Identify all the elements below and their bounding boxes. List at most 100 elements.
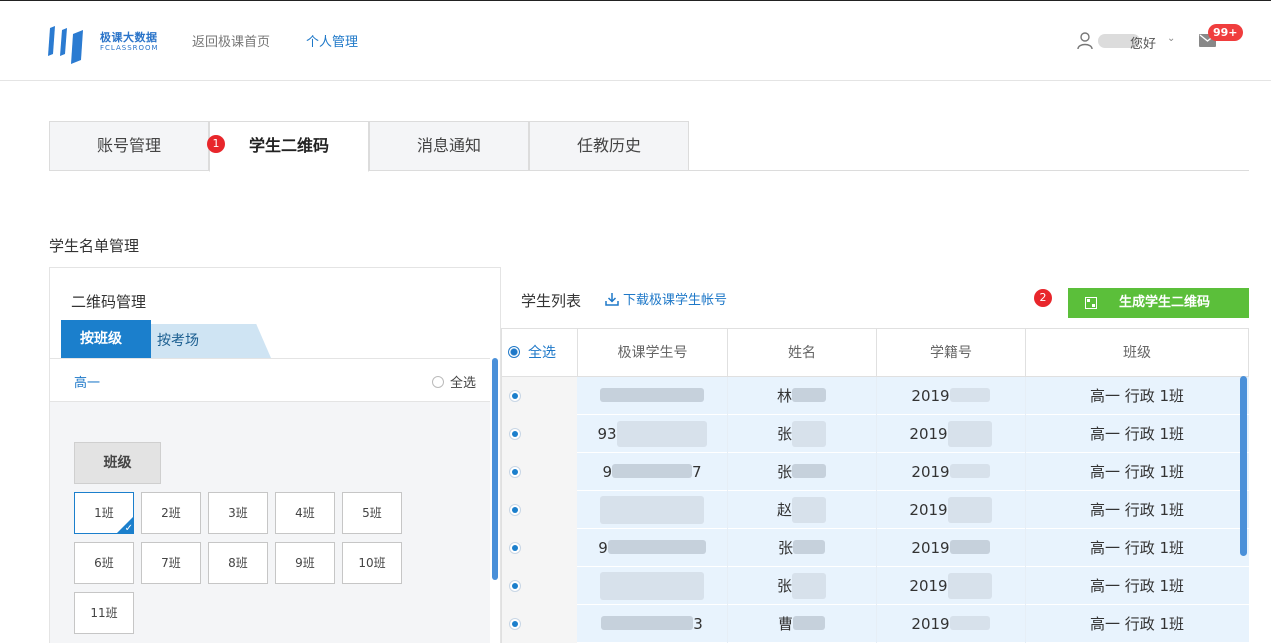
- table-row[interactable]: 张 2019 高一 行政 1班: [501, 567, 1249, 605]
- logo-text: 极课大数据 FCLASSROOM: [100, 32, 159, 53]
- class-button[interactable]: 4班: [275, 492, 335, 534]
- cell-name: 林: [727, 377, 876, 415]
- user-icon[interactable]: [1077, 32, 1093, 50]
- tab-student-qr[interactable]: 学生二维码: [209, 121, 369, 172]
- class-button[interactable]: 10班: [342, 542, 402, 584]
- row-select[interactable]: [501, 529, 577, 567]
- cell-registration-no: 2019: [876, 529, 1025, 567]
- cell-class: 高一 行政 1班: [1089, 615, 1185, 633]
- cell-registration-no: 2019: [876, 605, 1025, 643]
- right-scrollbar[interactable]: [1240, 376, 1247, 556]
- qr-management-panel: 二维码管理 按考场 按班级 高一 全选 班级 1班 ✓ 2班 3班 4班 5班 …: [49, 267, 501, 643]
- class-button[interactable]: 3班: [208, 492, 268, 534]
- chevron-down-icon[interactable]: ⌄: [1167, 33, 1175, 44]
- subtab-by-class[interactable]: 按班级: [61, 320, 151, 358]
- header-student-id: 极课学生号: [577, 329, 727, 377]
- class-button[interactable]: 5班: [342, 492, 402, 534]
- table-row[interactable]: 97 张 2019 高一 行政 1班: [501, 453, 1249, 491]
- class-button[interactable]: 6班: [74, 542, 134, 584]
- nav-personal-link[interactable]: 个人管理: [306, 34, 358, 52]
- registration-visible: 2019: [911, 387, 950, 405]
- cell-class: 高一 行政 1班: [1089, 501, 1185, 519]
- student-list-panel: 学生列表 下载极课学生帐号 2 生成学生二维码 全选 极课学生号 姓名 学籍号 …: [501, 267, 1249, 643]
- cell-class: 高一 行政 1班: [1089, 539, 1185, 557]
- student-name-visible: 赵: [776, 501, 792, 519]
- registration-visible: 2019: [911, 463, 950, 481]
- header-registration-no: 学籍号: [876, 329, 1025, 377]
- redacted: [792, 464, 826, 478]
- row-select[interactable]: [501, 377, 577, 415]
- registration-visible: 2019: [911, 539, 950, 557]
- class-button[interactable]: 1班 ✓: [74, 492, 134, 534]
- qr-panel-title: 二维码管理: [71, 293, 147, 311]
- subtab-by-exam-room[interactable]: 按考场: [148, 324, 271, 358]
- redacted: [949, 540, 990, 554]
- cell-name: 张: [727, 453, 876, 491]
- tab-messages[interactable]: 消息通知: [369, 121, 529, 171]
- cell-name: 张: [727, 415, 876, 453]
- download-accounts-link[interactable]: 下载极课学生帐号: [605, 289, 727, 308]
- row-radio[interactable]: [509, 428, 521, 440]
- row-radio[interactable]: [509, 618, 521, 630]
- class-button[interactable]: 8班: [208, 542, 268, 584]
- student-name-visible: 张: [776, 463, 792, 481]
- row-radio[interactable]: [509, 580, 521, 592]
- table-row[interactable]: 3 曹 2019 高一 行政 1班: [501, 605, 1249, 643]
- registration-visible: 2019: [911, 615, 950, 633]
- left-scrollbar[interactable]: [492, 358, 498, 580]
- row-select[interactable]: [501, 453, 577, 491]
- user-greeting[interactable]: 您好: [1130, 33, 1156, 52]
- registration-visible: 2019: [909, 577, 948, 595]
- header-class: 班级: [1025, 329, 1249, 377]
- step-badge-two: 2: [1034, 289, 1052, 307]
- cell-registration-no: 2019: [876, 491, 1025, 529]
- row-select[interactable]: [501, 491, 577, 529]
- redacted: [793, 616, 825, 630]
- row-radio[interactable]: [509, 466, 521, 478]
- student-id-tail: 3: [693, 615, 703, 633]
- section-title: 学生名单管理: [49, 237, 140, 255]
- row-radio[interactable]: [509, 542, 521, 554]
- row-select[interactable]: [501, 415, 577, 453]
- nav-home-link[interactable]: 返回极课首页: [192, 34, 270, 52]
- cell-name: 曹: [727, 605, 876, 643]
- student-id-visible: 9: [598, 539, 608, 557]
- column-divider: [876, 377, 877, 643]
- select-all-students[interactable]: 全选: [501, 329, 577, 377]
- fclassroom-logo-icon[interactable]: [48, 20, 88, 64]
- student-list-title: 学生列表: [521, 292, 582, 310]
- table-row[interactable]: 9 张 2019 高一 行政 1班: [501, 529, 1249, 567]
- cell-student-id: 97: [577, 453, 727, 491]
- row-radio[interactable]: [509, 390, 521, 402]
- tab-teaching-history[interactable]: 任教历史: [529, 121, 689, 171]
- class-button[interactable]: 7班: [141, 542, 201, 584]
- class-button[interactable]: 11班: [74, 592, 134, 634]
- table-row[interactable]: 林 2019 高一 行政 1班: [501, 377, 1249, 415]
- select-all-radio[interactable]: [432, 376, 444, 388]
- student-id-visible: 9: [602, 463, 612, 481]
- cell-student-id: [577, 377, 727, 415]
- generate-qr-button[interactable]: 生成学生二维码: [1068, 288, 1249, 318]
- student-name-visible: 曹: [777, 615, 793, 633]
- row-select[interactable]: [501, 567, 577, 605]
- row-radio[interactable]: [509, 504, 521, 516]
- table-row[interactable]: 赵 2019 高一 行政 1班: [501, 491, 1249, 529]
- select-all-students-radio[interactable]: [508, 346, 520, 358]
- cell-class: 高一 行政 1班: [1089, 463, 1185, 481]
- row-select[interactable]: [501, 605, 577, 643]
- cell-student-id: 3: [577, 605, 727, 643]
- table-row[interactable]: 93 张 2019 高一 行政 1班: [501, 415, 1249, 453]
- cell-student-id: [577, 491, 727, 529]
- select-all-classes[interactable]: 全选: [432, 372, 476, 391]
- qr-code-icon: [1085, 297, 1097, 309]
- student-name-visible: 林: [776, 387, 792, 405]
- grade-link[interactable]: 高一: [74, 372, 100, 391]
- redacted: [601, 616, 694, 630]
- class-header-button: 班级: [74, 442, 161, 484]
- class-button[interactable]: 9班: [275, 542, 335, 584]
- redacted: [793, 540, 825, 554]
- class-button[interactable]: 2班: [141, 492, 201, 534]
- student-name-visible: 张: [776, 577, 792, 595]
- tab-account[interactable]: 账号管理: [49, 121, 209, 171]
- logo-name: 极课大数据: [100, 31, 158, 44]
